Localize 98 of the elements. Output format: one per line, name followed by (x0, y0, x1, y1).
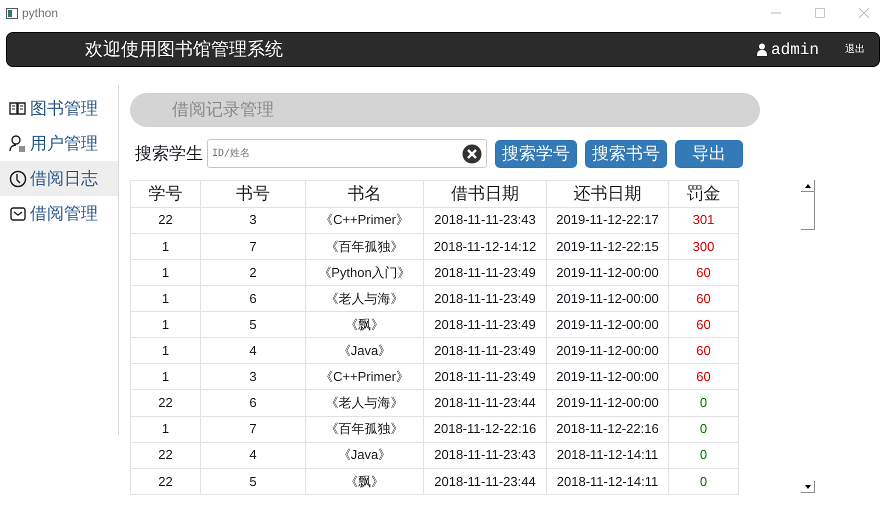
table-cell: 7 (200, 416, 306, 442)
table-cell: 2018-11-11-23:43 (424, 442, 546, 468)
table-cell: 5 (200, 312, 306, 338)
table-cell: 4 (200, 338, 306, 364)
clock-icon (9, 170, 27, 188)
table-cell: 2018-11-12-14:11 (546, 442, 668, 468)
table-cell: 2019-11-12-22:17 (546, 207, 668, 234)
table-cell: 2019-11-12-00:00 (546, 285, 668, 312)
table-cell: 2 (200, 259, 306, 286)
table-cell: 1 (130, 338, 200, 364)
table-cell: 2018-11-11-23:49 (424, 364, 546, 390)
table-cell: 《Java》 (306, 338, 424, 364)
table-cell: 22 (130, 390, 200, 416)
table-cell: 3 (200, 364, 306, 390)
column-header: 书名 (306, 180, 424, 208)
table-cell: 5 (200, 468, 306, 494)
table-cell: 300 (668, 233, 738, 260)
search-book-button[interactable]: 搜索书号 (585, 140, 667, 168)
table-cell: 《老人与海》 (306, 285, 424, 312)
table-cell: 2018-11-11-23:49 (424, 285, 546, 312)
table-cell: 0 (668, 416, 738, 442)
table-cell: 1 (130, 259, 200, 286)
table-cell: 2018-11-12-22:16 (424, 416, 546, 442)
scroll-up-button[interactable] (801, 180, 815, 192)
table-cell: 7 (200, 233, 306, 260)
table-cell: 2018-11-11-23:49 (424, 312, 546, 338)
user-icon (756, 43, 767, 56)
table-cell: 22 (130, 468, 200, 494)
table-cell: 2019-11-12-00:00 (546, 338, 668, 364)
column-header: 还书日期 (546, 180, 668, 208)
column-header: 书号 (200, 180, 306, 208)
sidebar-item[interactable]: 图书管理 (0, 91, 118, 126)
table-cell: 301 (668, 207, 738, 234)
table-cell: 60 (668, 259, 738, 286)
column-header: 借书日期 (424, 180, 546, 208)
table-cell: 《Java》 (306, 442, 424, 468)
app-title: 欢迎使用图书馆管理系统 (85, 38, 283, 61)
table-cell: 6 (200, 390, 306, 416)
app-icon (6, 8, 18, 18)
scroll-down-button[interactable] (801, 481, 815, 493)
table-cell: 6 (200, 285, 306, 312)
table-cell: 0 (668, 390, 738, 416)
table-cell: 60 (668, 364, 738, 390)
sidebar-item[interactable]: 用户管理 (0, 126, 118, 161)
inbox-icon (9, 204, 27, 222)
table-cell: 《C++Primer》 (306, 364, 424, 390)
column-header: 学号 (130, 180, 200, 208)
table-cell: 60 (668, 338, 738, 364)
table-cell: 2019-11-12-00:00 (546, 364, 668, 390)
table-cell: 1 (130, 312, 200, 338)
table-cell: 60 (668, 285, 738, 312)
table-cell: 《C++Primer》 (306, 207, 424, 234)
table-cell: 2018-11-12-22:16 (546, 416, 668, 442)
column-header: 罚金 (668, 180, 738, 208)
table-cell: 2019-11-12-00:00 (546, 312, 668, 338)
table-cell: 0 (668, 442, 738, 468)
table-cell: 0 (668, 468, 738, 494)
table-cell: 1 (130, 416, 200, 442)
section-title: 借阅记录管理 (130, 93, 760, 127)
sidebar-item[interactable]: 借阅管理 (0, 196, 118, 231)
book-icon (9, 100, 27, 118)
search-field[interactable]: ID/姓名 (207, 139, 487, 168)
table-cell: 《飘》 (306, 468, 424, 494)
clear-icon[interactable] (462, 144, 482, 164)
table-cell: 4 (200, 442, 306, 468)
table-cell: 60 (668, 312, 738, 338)
table-cell: 2019-11-12-00:00 (546, 390, 668, 416)
username: admin (770, 40, 819, 60)
window-title: python (22, 5, 58, 22)
logout-link[interactable]: 退出 (845, 42, 865, 57)
table-cell: 2018-11-11-23:49 (424, 338, 546, 364)
table-cell: 《百年孤独》 (306, 233, 424, 260)
table-cell: 22 (130, 207, 200, 234)
table-cell: 2018-11-12-14:11 (546, 468, 668, 494)
up-arrow-icon (804, 184, 810, 188)
table-cell: 1 (130, 364, 200, 390)
table-cell: 《Python入门》 (306, 259, 424, 286)
table-cell: 2018-11-11-23:43 (424, 207, 546, 234)
table-cell: 2018-11-11-23:44 (424, 468, 546, 494)
search-id-button[interactable]: 搜索学号 (495, 140, 577, 168)
table-cell: 《老人与海》 (306, 390, 424, 416)
table-cell: 1 (130, 233, 200, 260)
export-button[interactable]: 导出 (675, 140, 743, 168)
down-arrow-icon (804, 484, 810, 488)
table-cell: 2018-11-12-14:12 (424, 233, 546, 260)
table-cell: 3 (200, 207, 306, 234)
user-icon (9, 134, 27, 152)
table-cell: 《百年孤独》 (306, 416, 424, 442)
sidebar-item[interactable]: 借阅日志 (0, 161, 118, 196)
table-cell: 2019-11-12-00:00 (546, 259, 668, 286)
table-cell: 1 (130, 285, 200, 312)
table-cell: 2019-11-12-22:15 (546, 233, 668, 260)
search-label: 搜索学生 (135, 142, 203, 165)
scrollbar-thumb[interactable] (801, 192, 815, 230)
table-cell: 22 (130, 442, 200, 468)
table-cell: 《飘》 (306, 312, 424, 338)
table-cell: 2018-11-11-23:49 (424, 259, 546, 286)
table-cell: 2018-11-11-23:44 (424, 390, 546, 416)
